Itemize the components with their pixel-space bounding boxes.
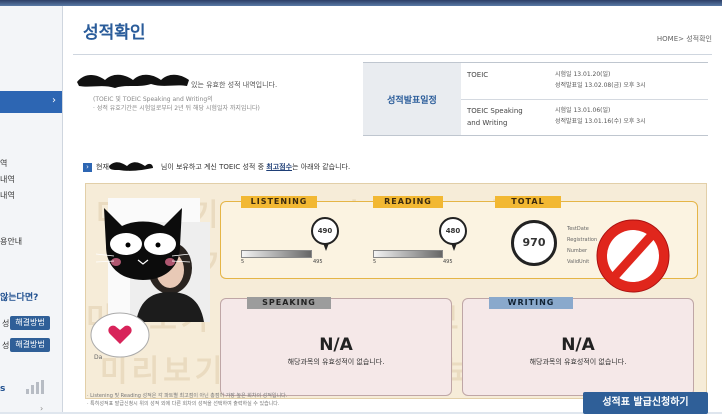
sidebar: › 역 내역 내역 용안내 않는다면? 성 해결방법 성 해결방법 s ›: [0, 6, 63, 412]
listening-scale-min: 5: [241, 259, 245, 265]
chevron-right-icon: ›: [52, 95, 56, 106]
heart-sticker: [90, 312, 150, 358]
reading-scale-max: 495: [443, 259, 453, 265]
writing-message: 해당과목의 유효성적이 없습니다.: [529, 358, 627, 366]
reading-score-bar: [373, 250, 443, 258]
test-date-label: TestDate: [567, 226, 589, 232]
test-info-labels: TestDate Registration Number ValidUnit: [567, 224, 597, 268]
speaking-label: SPEAKING: [247, 297, 331, 309]
intro-text: 있는 유효한 성적 내역입니다.: [191, 81, 278, 89]
listening-reading-panel: LISTENING READING TOTAL 5 495 490 5 495 …: [220, 196, 698, 293]
photo-caption: Da: [94, 354, 103, 361]
notice-middle: 님이 보유하고 계신 TOEIC 성적 중: [160, 163, 265, 171]
notice-highlight: 최고점수: [266, 163, 293, 171]
speaking-message: 해당과목의 유효성적이 없습니다.: [287, 358, 385, 366]
footnote-line: · Listening 및 Reading 성적은 각 파트별 최고점이 아닌 …: [87, 393, 288, 399]
divider: [73, 54, 712, 55]
sidebar-item[interactable]: 내역: [0, 190, 15, 201]
schedule-test-date: 시험일 13.01.20(일): [555, 71, 611, 78]
sidebar-item[interactable]: 용안내: [0, 236, 22, 247]
number-label: Number: [567, 248, 588, 254]
page-title: 성적확인: [83, 23, 146, 43]
apply-score-report-button[interactable]: 성적표 발급신청하기: [583, 392, 708, 414]
sidebar-item[interactable]: 역: [0, 158, 7, 169]
schedule-row: TOEIC 시험일 13.01.20(일) 성적발표일 13.02.08(금) …: [461, 63, 708, 100]
reading-scale-min: 5: [373, 259, 377, 265]
valid-until-label: ValidUnit: [567, 259, 590, 265]
help-button[interactable]: 해결방법: [10, 338, 50, 352]
arrow-right-icon: ›: [83, 162, 92, 172]
footnote: · Listening 및 Reading 성적은 각 파트별 최고점이 아닌 …: [87, 392, 287, 408]
schedule-result-date: 성적발표일 13.01.16(수) 오후 3시: [555, 118, 646, 125]
schedule-result-date: 성적발표일 13.02.08(금) 오후 3시: [555, 82, 646, 89]
notice-suffix: 는 아래와 같습니다.: [292, 163, 351, 171]
redaction-scribble: [77, 74, 189, 88]
help-prefix: 성: [2, 341, 10, 350]
total-score: 970: [511, 220, 557, 266]
speaking-panel: SPEAKING N/A 해당과목의 유효성적이 없습니다.: [220, 297, 452, 396]
intro-note-line: (TOEIC 및 TOEIC Speaking and Writing의: [93, 96, 213, 103]
redaction-scribble: [109, 162, 153, 171]
schedule-test-date: 시험일 13.01.06(일): [555, 107, 611, 114]
footnote-line: · 특히성적표 발급신청시 위의 성적 외에 다른 회차의 성적을 선택하여 출…: [87, 401, 280, 407]
reading-score-pin: 480: [439, 217, 467, 251]
total-label: TOTAL: [495, 196, 561, 208]
listening-scale-max: 495: [313, 259, 323, 265]
registration-label: Registration: [567, 237, 598, 243]
help-button[interactable]: 해결방법: [10, 316, 50, 330]
schedule-dates: 시험일 13.01.06(일) 성적발표일 13.01.16(수) 오후 3시: [555, 105, 646, 127]
bar-chart-icon: [26, 380, 44, 394]
listening-label: LISTENING: [241, 196, 317, 208]
chevron-right-icon[interactable]: ›: [40, 404, 43, 412]
help-prefix: 성: [2, 319, 10, 328]
result-schedule-table: 성적발표일정 TOEIC 시험일 13.01.20(일) 성적발표일 13.02…: [363, 62, 708, 136]
no-sign-icon: [596, 219, 670, 293]
sidebar-item[interactable]: 내역: [0, 174, 15, 185]
schedule-test-name: TOEIC Speaking and Writing: [467, 105, 523, 129]
intro-note-line: · 성적 유효기간은 시험일로부터 2년 뒤 해당 시험일자 까지입니다): [93, 105, 260, 112]
schedule-test-name-line: and Writing: [467, 119, 508, 127]
listening-score-bar: [241, 250, 312, 258]
listening-score-pin: 490: [311, 217, 339, 251]
sidebar-item-active[interactable]: ›: [0, 91, 62, 113]
schedule-header: 성적발표일정: [363, 63, 461, 135]
main-panel: 성적확인 HOME> 성적확인 있는 유효한 성적 내역입니다. (TOEIC …: [63, 6, 722, 414]
schedule-row: TOEIC Speaking and Writing 시험일 13.01.06(…: [461, 99, 708, 135]
speaking-score: N/A: [319, 335, 353, 355]
writing-label: WRITING: [489, 297, 573, 309]
reading-label: READING: [373, 196, 443, 208]
schedule-test-name-line: TOEIC Speaking: [467, 107, 523, 115]
schedule-test-name: TOEIC: [467, 71, 489, 79]
schedule-dates: 시험일 13.01.20(일) 성적발표일 13.02.08(금) 오후 3시: [555, 69, 646, 91]
breadcrumb[interactable]: HOME> 성적확인: [657, 34, 712, 44]
intro-note: (TOEIC 및 TOEIC Speaking and Writing의 · 성…: [93, 95, 260, 113]
writing-panel: WRITING N/A 해당과목의 유효성적이 없습니다.: [462, 297, 694, 396]
writing-score: N/A: [561, 335, 595, 355]
sidebar-question: 않는다면?: [0, 293, 39, 303]
cat-sticker: [95, 208, 191, 280]
stats-label: s: [0, 384, 6, 394]
score-card: 미리보기 미리보기 미리보기 미리보기 미리보기 미리보기 미리보기 미리보기 …: [85, 183, 707, 399]
